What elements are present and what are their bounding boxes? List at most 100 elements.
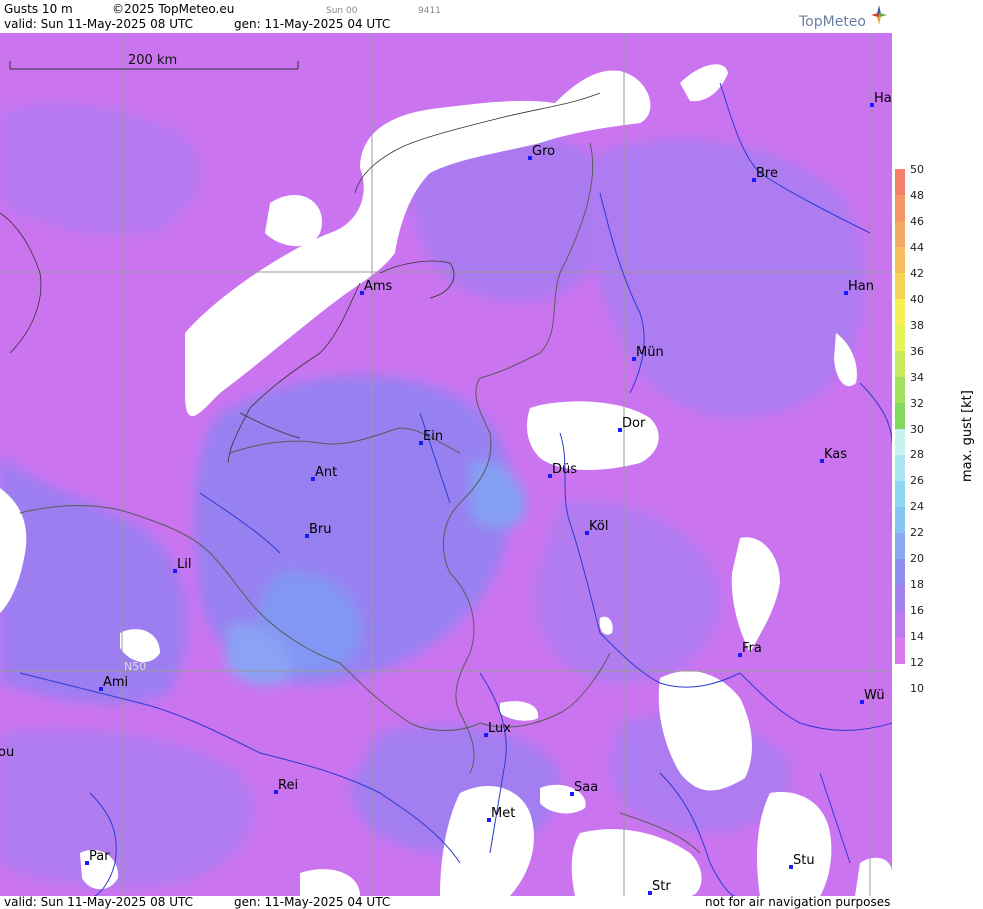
legend-swatch	[895, 507, 905, 534]
map-canvas: 200 km N50 Ha Gro Bre Ams Han Mün Dor Ein Kas Ant…	[0, 33, 892, 896]
city-marker: ou	[0, 745, 14, 760]
city-label: Par	[89, 849, 110, 864]
city-label: Saa	[574, 780, 598, 795]
legend-tick-label: 50	[910, 163, 924, 176]
footer-generation-time: gen: 11-May-2025 04 UTC	[234, 895, 391, 909]
scale-bar-label: 200 km	[128, 53, 177, 68]
city-label: Str	[652, 879, 671, 894]
city-label: Lux	[488, 721, 511, 736]
city-marker: Stu	[789, 853, 815, 869]
city-label: Ant	[315, 465, 337, 480]
legend-swatch	[895, 221, 905, 248]
city-marker: Ams	[360, 279, 393, 295]
city-marker: Düs	[548, 462, 577, 478]
city-marker: Saa	[570, 780, 598, 796]
legend-swatch	[895, 169, 905, 196]
legend-tick-label: 40	[910, 292, 924, 306]
city-marker: Ha	[870, 91, 892, 107]
topmeteo-logo[interactable]: TopMeteo	[799, 3, 891, 31]
city-marker: Wü	[860, 688, 885, 704]
legend-tick-label: 24	[910, 500, 924, 514]
city-marker: Gro	[528, 144, 555, 160]
city-label: Bre	[756, 166, 778, 181]
legend-tick-label: 18	[910, 578, 924, 592]
city-label: Rei	[278, 778, 298, 793]
legend-swatch	[895, 455, 905, 482]
generation-time: gen: 11-May-2025 04 UTC	[234, 17, 391, 31]
city-label: Köl	[589, 519, 608, 534]
legend-tick-label: 22	[910, 526, 924, 540]
city-label: Ha	[874, 91, 892, 106]
legend-swatch	[895, 585, 905, 612]
legend-swatch	[895, 403, 905, 430]
legend-tick-label: 38	[910, 318, 924, 332]
footer: valid: Sun 11-May-2025 08 UTC gen: 11-Ma…	[0, 895, 892, 909]
legend-swatch	[895, 533, 905, 560]
city-label: ou	[0, 745, 14, 760]
valid-time: valid: Sun 11-May-2025 08 UTC	[4, 17, 193, 31]
legend-swatch	[895, 637, 905, 664]
legend-swatch	[895, 325, 905, 352]
city-marker: Rei	[274, 778, 298, 794]
legend-tick-label: 30	[910, 422, 924, 436]
legend-title: max. gust [kt]	[960, 390, 975, 482]
city-label: Lil	[177, 557, 191, 572]
city-label: Han	[848, 279, 874, 294]
city-label: Bru	[309, 522, 332, 537]
legend-tick-label: 16	[910, 604, 924, 618]
legend-swatch	[895, 247, 905, 274]
product-title: Gusts 10 m	[4, 2, 73, 16]
footer-valid-time: valid: Sun 11-May-2025 08 UTC	[4, 895, 193, 909]
legend-colorbar	[895, 169, 905, 664]
city-marker: Met	[487, 806, 515, 822]
city-label: Ams	[364, 279, 393, 294]
city-marker: Köl	[585, 519, 608, 535]
legend-tick-label: 46	[910, 214, 924, 228]
legend-swatch	[895, 377, 905, 404]
copyright-text: ©2025 TopMeteo.eu	[112, 2, 235, 16]
legend-tick-label: 12	[910, 656, 924, 670]
legend-swatch	[895, 273, 905, 300]
legend-tick-label: 10	[910, 682, 924, 695]
city-marker: Lux	[484, 721, 511, 737]
city-marker: Ant	[311, 465, 337, 481]
city-marker: Str	[648, 879, 671, 895]
city-label: Kas	[824, 447, 847, 462]
city-marker: Kas	[820, 447, 847, 463]
legend-tick-label: 42	[910, 266, 924, 280]
latitude-label: N50	[124, 660, 146, 673]
legend-tick-label: 34	[910, 370, 924, 384]
legend-tick-label: 44	[910, 240, 924, 254]
city-label: Düs	[552, 462, 577, 477]
city-label: Ein	[423, 429, 443, 444]
legend-swatch	[895, 195, 905, 222]
city-marker: Par	[85, 849, 110, 865]
legend-tick-label: 20	[910, 552, 924, 566]
legend-tick-label: 32	[910, 396, 924, 410]
legend-swatch	[895, 559, 905, 586]
legend-swatch	[895, 351, 905, 378]
legend-tick-label: 14	[910, 630, 924, 644]
run-label: Sun 00	[326, 6, 358, 16]
city-marker: Fra	[738, 641, 762, 657]
weather-map[interactable]: 200 km N50 Ha Gro Bre Ams Han Mün Dor Ein Kas Ant…	[0, 33, 892, 896]
city-label: Gro	[532, 144, 555, 159]
city-marker: Mün	[632, 345, 664, 361]
logo-text: TopMeteo	[799, 14, 866, 30]
city-label: Fra	[742, 641, 762, 656]
product-code: 9411	[418, 6, 441, 16]
compass-icon	[871, 5, 887, 25]
city-label: Stu	[793, 853, 815, 868]
legend-tick-label: 36	[910, 344, 924, 358]
city-marker: Bru	[305, 522, 332, 538]
city-label: Ami	[103, 675, 128, 690]
city-label: Wü	[864, 688, 885, 703]
city-marker: Dor	[618, 416, 646, 432]
city-marker: Ami	[99, 675, 128, 691]
city-marker: Bre	[752, 166, 778, 182]
legend-swatch	[895, 299, 905, 326]
legend-tick-label: 26	[910, 474, 924, 488]
city-label: Mün	[636, 345, 664, 360]
disclaimer: not for air navigation purposes	[705, 895, 891, 909]
city-label: Met	[491, 806, 515, 821]
